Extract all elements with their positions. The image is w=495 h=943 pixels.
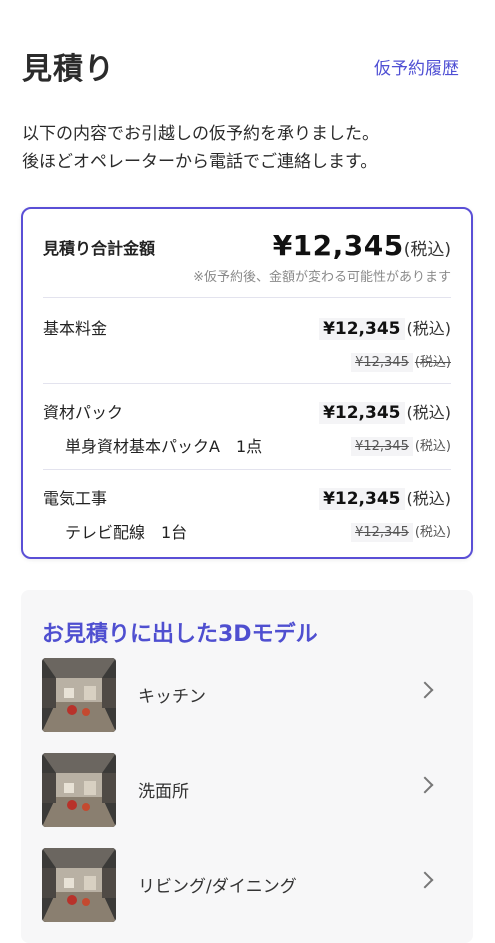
chevron-right-icon (416, 681, 434, 699)
intro-line-1: 以下の内容でお引越しの仮予約を承りました。 (22, 124, 379, 144)
model-item-kitchen[interactable]: キッチン (21, 646, 473, 736)
old-price-tax: (税込) (414, 439, 451, 454)
line-item-material-pack: 資材パック 単身資材基本パックA 1点 ¥12,345 (税込) ¥12,345(… (43, 399, 451, 479)
model-item-washroom[interactable]: 洗面所 (21, 741, 473, 831)
total-tax-label: (税込) (403, 240, 451, 260)
line-item-electrical: 電気工事 テレビ配線 1台 ¥12,345 (税込) ¥12,345 (税込) (43, 485, 451, 565)
3d-models-section: お見積りに出した3Dモデル キッチン 洗面所 リビング/ダイニング (21, 590, 473, 943)
total-row: 見積り合計金額 ¥12,345(税込) (43, 229, 451, 269)
price-value: ¥12,345 (319, 318, 405, 340)
divider (43, 469, 451, 470)
old-price-value: ¥12,345 (351, 437, 413, 456)
line-item-old-price: ¥12,345 (税込) (351, 521, 451, 542)
reservation-history-link[interactable]: 仮予約履歴 (374, 54, 459, 79)
line-item-price: ¥12,345 (税込) (319, 315, 452, 340)
room-thumbnail-image (42, 848, 116, 922)
line-item-old-price: ¥12,345 (税込) (351, 351, 451, 372)
old-price-value: ¥12,345 (351, 353, 413, 372)
chevron-right-icon (416, 776, 434, 794)
line-item-detail: テレビ配線 1台 (65, 523, 188, 542)
line-item-price: ¥12,345 (税込) (319, 399, 452, 424)
divider (43, 383, 451, 384)
line-item-label: 電気工事 (43, 489, 108, 508)
intro-line-2: 後ほどオペレーターから電話でご連絡します。 (22, 152, 378, 172)
price-tax: (税込) (406, 403, 452, 422)
page-title: 見積り (22, 52, 115, 87)
model-label: リビング/ダイニング (138, 877, 297, 897)
model-thumbnail (42, 753, 116, 827)
price-tax: (税込) (406, 319, 452, 338)
room-thumbnail-image (42, 658, 116, 732)
line-item-label: 基本料金 (43, 319, 108, 338)
old-price-tax: (税込) (414, 355, 451, 370)
room-thumbnail-image (42, 753, 116, 827)
total-label: 見積り合計金額 (43, 239, 156, 258)
3d-models-title: お見積りに出した3Dモデル (42, 622, 318, 647)
model-thumbnail (42, 658, 116, 732)
estimate-card: 見積り合計金額 ¥12,345(税込) ※仮予約後、金額が変わる可能性があります… (21, 207, 473, 559)
price-tax: (税込) (406, 489, 452, 508)
total-note: ※仮予約後、金額が変わる可能性があります (193, 270, 451, 285)
price-value: ¥12,345 (319, 488, 405, 510)
price-value: ¥12,345 (319, 402, 405, 424)
divider (43, 297, 451, 298)
total-amount: ¥12,345(税込) (273, 229, 451, 262)
page-header: 見積り 仮予約履歴 (22, 44, 459, 88)
intro-message: 以下の内容でお引越しの仮予約を承りました。 後ほどオペレーターから電話でご連絡し… (22, 120, 462, 176)
chevron-right-icon (416, 871, 434, 889)
line-item-price: ¥12,345 (税込) (319, 485, 452, 510)
model-label: キッチン (138, 687, 206, 707)
total-value: ¥12,345 (272, 229, 404, 262)
model-label: 洗面所 (138, 782, 189, 802)
line-item-old-price: ¥12,345 (税込) (351, 435, 451, 456)
old-price-tax: (税込) (414, 525, 451, 540)
old-price-value: ¥12,345 (351, 523, 413, 542)
line-item-detail: 単身資材基本パックA 1点 (65, 437, 263, 456)
line-item-label: 資材パック (43, 403, 124, 422)
model-thumbnail (42, 848, 116, 922)
model-item-living-dining[interactable]: リビング/ダイニング (21, 836, 473, 926)
